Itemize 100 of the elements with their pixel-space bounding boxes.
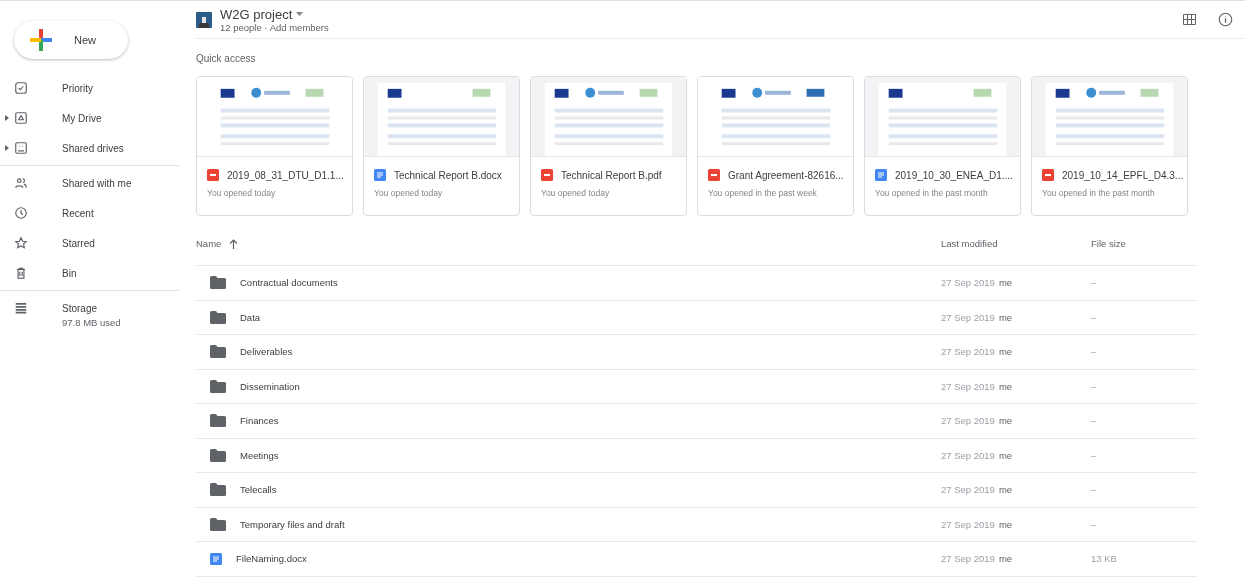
modified-date: 27 Sep 2019 <box>941 346 995 358</box>
file-name: 2019_08_31_DTU_D1.1... <box>227 169 344 181</box>
column-header[interactable]: Last modified <box>941 238 998 249</box>
file-size: – <box>1091 484 1097 496</box>
project-icon <box>196 11 212 28</box>
folder-icon <box>210 276 226 290</box>
file-size: – <box>1091 449 1097 461</box>
opened-time: You opened today <box>207 188 276 198</box>
folder-icon <box>210 379 226 393</box>
file-name[interactable]: Telecalls <box>240 484 277 496</box>
opened-time: You opened today <box>374 188 443 198</box>
file-name[interactable]: FileNaming.docx <box>236 553 307 565</box>
file-card[interactable]: Technical Report B.docx You opened today <box>363 76 520 216</box>
file-card[interactable]: Technical Report B.pdf You opened today <box>530 76 687 216</box>
opened-time: You opened today <box>541 188 610 198</box>
sidebar-item[interactable]: Recent <box>62 207 94 219</box>
sidebar-item[interactable]: Shared with me <box>62 177 132 189</box>
priority-icon <box>14 81 28 95</box>
shared-drives-icon <box>14 141 28 155</box>
people-icon <box>14 176 28 190</box>
modified-date: 27 Sep 2019 <box>941 311 995 323</box>
folder-icon <box>210 414 226 428</box>
sidebar-item[interactable]: My Drive <box>62 112 102 124</box>
sidebar-item[interactable]: Storage <box>62 302 98 314</box>
project-title[interactable]: W2G project <box>220 6 293 22</box>
opened-time: You opened in the past month <box>1042 188 1155 198</box>
modified-date: 27 Sep 2019 <box>941 484 995 496</box>
modified-date: 27 Sep 2019 <box>941 277 995 289</box>
caret-icon[interactable] <box>4 115 10 121</box>
file-name: 2019_10_14_EPFL_D4.3... <box>1062 169 1184 181</box>
modified-date: 27 Sep 2019 <box>941 553 995 565</box>
folder-icon <box>210 448 226 462</box>
modified-date: 27 Sep 2019 <box>941 518 995 530</box>
file-name[interactable]: Dissemination <box>240 380 300 392</box>
sidebar-item[interactable]: Shared drives <box>62 142 124 154</box>
file-name[interactable]: Deliverables <box>240 346 293 358</box>
owner-name: me <box>998 415 1013 427</box>
pdf-file-icon <box>541 169 553 181</box>
column-header[interactable]: File size <box>1091 238 1126 249</box>
dropdown-icon[interactable] <box>296 12 304 16</box>
file-name[interactable]: Data <box>240 311 261 323</box>
owner-name: me <box>998 277 1013 289</box>
folder-icon <box>210 310 226 324</box>
file-name[interactable]: Finances <box>240 415 279 427</box>
file-size: – <box>1091 346 1097 358</box>
column-header[interactable]: Name <box>196 238 222 249</box>
star-icon <box>14 236 28 250</box>
storage-icon <box>14 301 28 315</box>
owner-name: me <box>998 518 1013 530</box>
modified-date: 27 Sep 2019 <box>941 380 995 392</box>
document-file-icon <box>374 169 386 181</box>
caret-icon[interactable] <box>4 145 10 151</box>
owner-name: me <box>998 553 1013 565</box>
file-name[interactable]: Temporary files and draft <box>240 518 345 530</box>
clock-icon <box>14 206 28 220</box>
sidebar-item[interactable]: Bin <box>62 267 77 279</box>
folder-icon <box>210 483 226 497</box>
file-name: Grant Agreement-82616... <box>728 169 844 181</box>
file-card[interactable]: Grant Agreement-82616... You opened in the past week <box>697 76 854 216</box>
owner-name: me <box>998 449 1013 461</box>
sidebar-item[interactable]: Priority <box>62 82 94 94</box>
pdf-file-icon <box>1042 169 1054 181</box>
pdf-file-icon <box>207 169 219 181</box>
file-card[interactable]: 2019_08_31_DTU_D1.1... You opened today <box>196 76 353 216</box>
folder-icon <box>210 345 226 359</box>
section-heading: Quick access <box>196 53 256 64</box>
file-size: – <box>1091 311 1097 323</box>
opened-time: You opened in the past month <box>875 188 988 198</box>
file-size: – <box>1091 277 1097 289</box>
file-name[interactable]: Contractual documents <box>240 277 338 289</box>
trash-icon <box>14 266 28 280</box>
modified-date: 27 Sep 2019 <box>941 449 995 461</box>
file-size: 13 KB <box>1091 553 1117 565</box>
document-file-icon <box>875 169 887 181</box>
file-size: – <box>1091 380 1097 392</box>
file-name: Technical Report B.docx <box>394 169 502 181</box>
drive-icon <box>14 111 28 125</box>
file-card[interactable]: 2019_10_14_EPFL_D4.3... You opened in the past month <box>1031 76 1188 216</box>
sort-arrow-icon[interactable] <box>229 238 239 249</box>
file-name: Technical Report B.pdf <box>561 169 662 181</box>
file-size: – <box>1091 415 1097 427</box>
project-subtitle: 12 people · Add members <box>220 21 329 33</box>
storage-usage: 97.8 MB used <box>62 317 121 328</box>
file-name: 2019_10_30_ENEA_D1.... <box>895 169 1013 181</box>
grid-view-icon[interactable] <box>1183 14 1196 25</box>
owner-name: me <box>998 311 1013 323</box>
file-name[interactable]: Meetings <box>240 449 279 461</box>
owner-name: me <box>998 484 1013 496</box>
folder-icon <box>210 517 226 531</box>
owner-name: me <box>998 380 1013 392</box>
new-button[interactable]: New <box>14 21 128 59</box>
modified-date: 27 Sep 2019 <box>941 415 995 427</box>
file-card[interactable]: 2019_10_30_ENEA_D1.... You opened in the past month <box>864 76 1021 216</box>
sidebar-item[interactable]: Starred <box>62 237 95 249</box>
owner-name: me <box>998 346 1013 358</box>
info-icon[interactable] <box>1218 12 1233 27</box>
document-file-icon <box>210 552 222 565</box>
file-size: – <box>1091 518 1097 530</box>
plus-icon <box>30 29 52 51</box>
pdf-file-icon <box>708 169 720 181</box>
